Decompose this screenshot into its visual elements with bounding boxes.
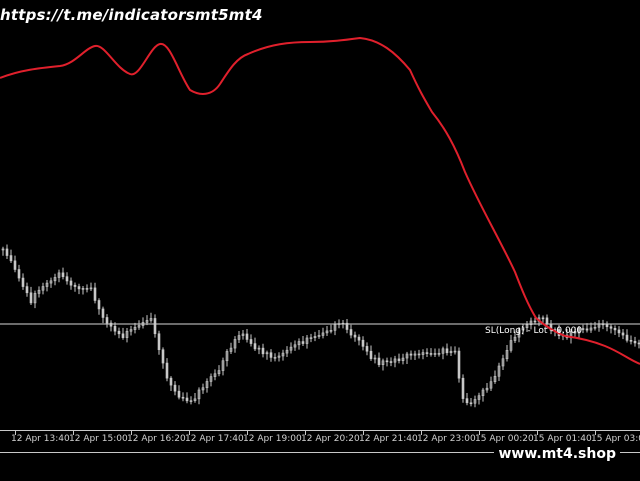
candle-body (153, 318, 157, 335)
time-tick-label: 12 Apr 19:00 (243, 434, 302, 444)
candle-body (469, 402, 473, 405)
candle-body (245, 333, 249, 340)
candle-body (609, 326, 613, 329)
time-tick-label: 12 Apr 16:20 (127, 434, 186, 444)
candle-body (109, 322, 113, 327)
candle-body (457, 350, 461, 379)
candle-body (629, 340, 633, 342)
candle-body (113, 325, 117, 332)
candle-body (633, 340, 637, 344)
candle-body (65, 276, 69, 282)
candle-body (181, 396, 185, 399)
candle-body (345, 322, 349, 330)
candle-body (417, 353, 421, 356)
candle-body (253, 343, 257, 350)
time-tick-label: 12 Apr 21:40 (359, 434, 418, 444)
time-tick-label: 15 Apr 01:40 (533, 434, 592, 444)
candle-body (533, 320, 537, 323)
candle-body (105, 317, 109, 324)
candle-body (585, 328, 589, 331)
candle-body (101, 308, 105, 318)
candle-body (461, 377, 465, 399)
sl-line-label: SL(Long) - Lot - 0.000 (485, 326, 583, 336)
time-tick-label: 12 Apr 20:20 (301, 434, 360, 444)
time-tick-label: 15 Apr 03:00 (591, 434, 640, 444)
candle-body (361, 339, 365, 347)
candle-body (261, 347, 265, 355)
candle-body (69, 280, 73, 286)
watermark: https://t.me/indicatorsmt5mt4 (0, 6, 263, 24)
time-tick-label: 12 Apr 13:40 (11, 434, 70, 444)
candle-body (445, 348, 449, 354)
candle-body (25, 286, 29, 294)
candle-body (161, 349, 165, 364)
candle-body (625, 334, 629, 341)
time-tick-label: 12 Apr 15:00 (69, 434, 128, 444)
candle-body (173, 384, 177, 392)
candle-body (377, 357, 381, 366)
candle-body (541, 317, 545, 320)
candle-body (97, 300, 101, 310)
candle-body (17, 269, 21, 279)
candle-body (269, 352, 273, 358)
candle-body (5, 248, 9, 256)
candle-body (73, 284, 77, 287)
candle-body (465, 398, 469, 404)
candle-body (29, 292, 33, 304)
candle-body (429, 353, 433, 355)
candle-body (385, 360, 389, 363)
time-tick-label: 12 Apr 17:40 (185, 434, 244, 444)
candle-body (121, 333, 125, 338)
candle-body (249, 339, 253, 344)
candle-body (177, 390, 181, 398)
brand-label[interactable]: www.mt4.shop (494, 446, 620, 462)
candle-body (601, 323, 605, 326)
indicator-line (0, 36, 640, 365)
candle-body (581, 328, 585, 330)
candle-body (61, 272, 65, 277)
candle-body (185, 397, 189, 402)
candle-body (169, 377, 173, 386)
candle-body (349, 329, 353, 336)
candle-body (357, 336, 361, 341)
candle-body (117, 330, 121, 335)
candle-body (301, 341, 305, 344)
candle-body (545, 317, 549, 325)
candle-body (365, 346, 369, 352)
candle-body (21, 277, 25, 287)
candle-body (389, 361, 393, 363)
candle-body (605, 324, 609, 328)
candle-body (13, 260, 17, 270)
candle-body (369, 350, 373, 359)
candle-body (93, 287, 97, 301)
candle-body (9, 255, 13, 262)
candle-body (397, 358, 401, 362)
candle-body (425, 352, 429, 354)
candle-body (353, 334, 357, 338)
time-tick-label: 12 Apr 23:00 (417, 434, 476, 444)
time-tick-label: 15 Apr 00:20 (475, 434, 534, 444)
candle-body (621, 332, 625, 336)
candle-body (77, 286, 81, 290)
chart-canvas (0, 36, 640, 408)
candle-body (613, 328, 617, 331)
candle-body (157, 333, 161, 351)
candle-body (165, 362, 169, 379)
price-chart[interactable]: https://t.me/indicatorsmt5mt4 SL(Long) -… (0, 0, 640, 430)
candle-body (409, 353, 413, 356)
candle-body (617, 329, 621, 334)
